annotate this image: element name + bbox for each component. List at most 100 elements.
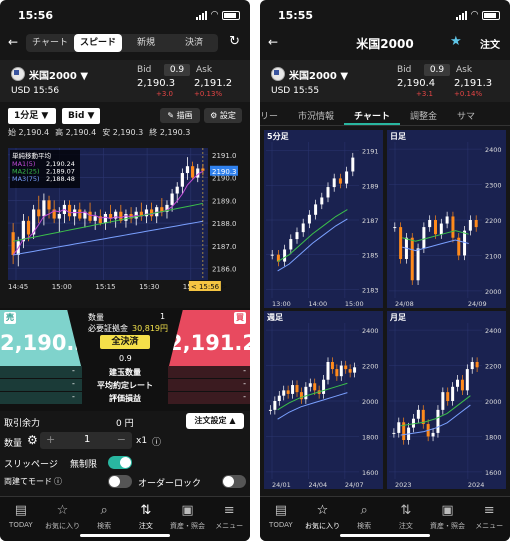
instrument-quote: 米国2000 ▼ USD 15:55 Bid 0.9 Ask 2,190.4 2… bbox=[260, 60, 510, 102]
home-indicator bbox=[340, 534, 430, 537]
instrument-name[interactable]: 米国2000 ▼ bbox=[289, 67, 348, 82]
close-all-button[interactable]: 全決済 bbox=[100, 335, 150, 349]
candle bbox=[304, 386, 308, 400]
pencil-icon: ✎ bbox=[167, 111, 175, 120]
y-tick-label: 2189 bbox=[362, 182, 379, 190]
both-mode-label: 両建てモード bbox=[4, 477, 52, 486]
timeframe-select[interactable]: 1分足 ▼ bbox=[8, 108, 56, 124]
legend-series-value: 2,188.48 bbox=[46, 175, 75, 183]
back-arrow-icon[interactable]: ← bbox=[8, 35, 18, 49]
home-indicator bbox=[80, 534, 170, 537]
star-icon: ☆ bbox=[316, 503, 329, 518]
candle bbox=[42, 200, 46, 217]
quote-time: 15:55 bbox=[293, 86, 320, 96]
candle bbox=[434, 220, 437, 235]
mini-chart[interactable]: 日足 2400 2300 2200 2100 2000 24/08 24/09 bbox=[387, 130, 506, 308]
x-tick-label: 24/07 bbox=[345, 481, 364, 489]
tab-new[interactable]: 新規 bbox=[122, 34, 170, 52]
y-tick-label: 2185 bbox=[362, 252, 379, 260]
x-tick-label: 15:00 bbox=[52, 283, 72, 291]
candle bbox=[21, 220, 25, 242]
tab-speed[interactable]: スピード bbox=[74, 34, 122, 52]
info-icon[interactable]: ⓘ bbox=[152, 435, 161, 448]
margin-label: 必要証拠金 bbox=[88, 324, 128, 333]
side-select[interactable]: Bid ▼ bbox=[62, 108, 100, 124]
info-icon[interactable]: ⓘ bbox=[54, 476, 62, 487]
tab-settle[interactable]: 決済 bbox=[170, 34, 218, 52]
mini-chart[interactable]: 5分足 2191 2189 2187 2185 2183 13:00 14:00 15:00 bbox=[264, 130, 383, 308]
gear-icon[interactable]: ⚙ bbox=[27, 433, 38, 447]
left-screen: 15:56 ◠ ← チャート スピード 新規 決済 ↻ 米国2000 ▼ USD… bbox=[0, 0, 250, 541]
tab-menu[interactable]: ≡ メニュー bbox=[208, 497, 250, 541]
candle bbox=[338, 178, 342, 184]
mini-chart[interactable]: 週足 2400 2200 2000 1800 1600 24/01 24/04 24/07 bbox=[264, 311, 383, 489]
qty-input[interactable]: 1 bbox=[84, 434, 90, 445]
star-icon[interactable]: ★ bbox=[450, 34, 462, 49]
both-mode-toggle[interactable] bbox=[108, 475, 132, 488]
x-tick-label: 2024 bbox=[468, 481, 485, 489]
ask-value: 2,191.3 bbox=[454, 78, 493, 89]
candle bbox=[470, 362, 474, 370]
plus-icon[interactable]: + bbox=[46, 433, 55, 446]
mini-chart[interactable]: 月足 2400 2200 2000 1800 1600 2023 2024 bbox=[387, 311, 506, 489]
y-tick-label: 2100 bbox=[485, 252, 502, 260]
candle bbox=[392, 432, 396, 434]
main-chart[interactable]: 2191.0 2190.0 2189.0 2188.0 2187.0 2186.0 14:4… bbox=[0, 140, 250, 305]
candle bbox=[416, 248, 420, 281]
candle bbox=[339, 365, 343, 377]
tab-market-info[interactable]: 市況情報 bbox=[288, 104, 344, 125]
candle bbox=[474, 220, 478, 228]
candle bbox=[149, 209, 154, 217]
y-tick-label: 2400 bbox=[485, 327, 502, 335]
y-tick-label: 1600 bbox=[485, 469, 502, 477]
minus-icon[interactable]: − bbox=[117, 433, 126, 446]
order-button[interactable]: 注文 bbox=[480, 36, 500, 51]
slippage-toggle[interactable] bbox=[108, 456, 132, 469]
tab-favorites[interactable]: ☆ お気に入り bbox=[302, 497, 344, 541]
candle bbox=[320, 197, 324, 205]
candle bbox=[93, 216, 97, 221]
wifi-icon: ◠ bbox=[211, 10, 218, 20]
candle bbox=[78, 209, 82, 219]
tab-chart[interactable]: チャート bbox=[344, 104, 400, 125]
instrument-name[interactable]: 米国2000 ▼ bbox=[29, 67, 88, 82]
flag-icon bbox=[11, 67, 25, 81]
position-buy-value: - bbox=[243, 366, 246, 375]
position-row-label: 評価損益 bbox=[109, 394, 141, 403]
tab-summary[interactable]: サマ bbox=[447, 104, 485, 125]
candle bbox=[332, 178, 336, 188]
tab-menu[interactable]: ≡ メニュー bbox=[468, 497, 510, 541]
ask-value: 2,191.2 bbox=[194, 78, 233, 89]
candle bbox=[456, 379, 460, 387]
candle bbox=[446, 392, 450, 401]
tab-today[interactable]: ▤ TODAY bbox=[0, 497, 42, 541]
tab-summary-partial[interactable]: リー bbox=[260, 104, 288, 125]
order-lock-label: オーダーロック bbox=[138, 479, 202, 489]
header: ← 米国2000 ★ 注文 bbox=[260, 30, 510, 56]
candle bbox=[397, 422, 401, 433]
tab-adjustment[interactable]: 調整金 bbox=[400, 104, 447, 125]
candle bbox=[191, 166, 195, 178]
position-sell-value: - bbox=[72, 366, 75, 375]
candle bbox=[431, 432, 435, 437]
tab-today[interactable]: ▤ TODAY bbox=[260, 497, 302, 541]
order-lock-toggle[interactable] bbox=[222, 475, 246, 488]
quantity-stepper[interactable]: + 1 − bbox=[40, 432, 132, 449]
tab-chart[interactable]: チャート bbox=[26, 34, 74, 52]
tab-favorites[interactable]: ☆ お気に入り bbox=[42, 497, 84, 541]
header: ← チャート スピード 新規 決済 ↻ bbox=[0, 30, 250, 56]
star-icon: ☆ bbox=[56, 503, 69, 518]
document-icon: ▤ bbox=[274, 503, 287, 518]
tab-assets[interactable]: ▣ 資産・照会 bbox=[427, 497, 469, 541]
candle bbox=[307, 214, 311, 224]
refresh-icon[interactable]: ↻ bbox=[229, 34, 240, 49]
candle bbox=[330, 362, 334, 370]
settings-button[interactable]: ⚙ 設定 bbox=[204, 108, 242, 123]
tab-assets[interactable]: ▣ 資産・照会 bbox=[167, 497, 209, 541]
candle bbox=[291, 385, 295, 394]
order-settings-button[interactable]: 注文設定 ▲ bbox=[186, 413, 244, 429]
draw-button[interactable]: ✎ 描画 bbox=[160, 108, 200, 123]
position-row-label: 平均約定レート bbox=[97, 381, 153, 390]
multiplier[interactable]: x1 bbox=[136, 436, 147, 446]
candle bbox=[26, 220, 31, 235]
